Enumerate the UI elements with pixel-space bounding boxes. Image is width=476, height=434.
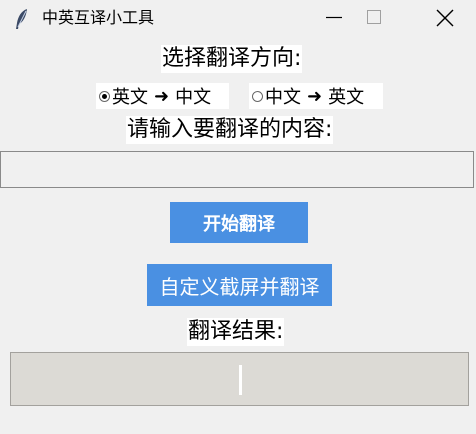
maximize-icon: [367, 10, 381, 24]
input-label: 请输入要翻译的内容:: [126, 116, 334, 144]
radio-checked-icon[interactable]: [99, 90, 110, 102]
radio-zh-to-en[interactable]: 中文 ➜ 英文: [249, 83, 383, 109]
radio-to-label: 中文: [175, 87, 212, 108]
radio-from-label: 英文: [112, 87, 148, 108]
title-bar: 中英互译小工具: [0, 0, 476, 38]
result-output[interactable]: [10, 352, 469, 406]
radio-unchecked-icon[interactable]: [252, 90, 263, 102]
source-text-input[interactable]: [0, 151, 474, 188]
arrow-right-icon: ➜: [154, 85, 170, 107]
window-title: 中英互译小工具: [42, 8, 155, 27]
screenshot-translate-button[interactable]: 自定义截屏并翻译: [147, 264, 332, 306]
maximize-button[interactable]: [352, 0, 398, 36]
result-label: 翻译结果:: [187, 318, 285, 346]
arrow-right-icon: ➜: [307, 85, 323, 107]
radio-from-label: 中文: [265, 87, 301, 108]
radio-to-label: 英文: [328, 87, 365, 108]
feather-icon: [16, 9, 27, 29]
direction-label: 选择翻译方向:: [161, 45, 303, 73]
minimize-button[interactable]: [300, 0, 346, 36]
radio-en-to-zh[interactable]: 英文 ➜ 中文: [96, 83, 229, 109]
start-translate-button[interactable]: 开始翻译: [170, 202, 308, 243]
close-button[interactable]: [420, 0, 466, 36]
close-icon: [436, 9, 454, 27]
minimize-icon: [326, 16, 342, 19]
text-cursor: [239, 365, 242, 395]
